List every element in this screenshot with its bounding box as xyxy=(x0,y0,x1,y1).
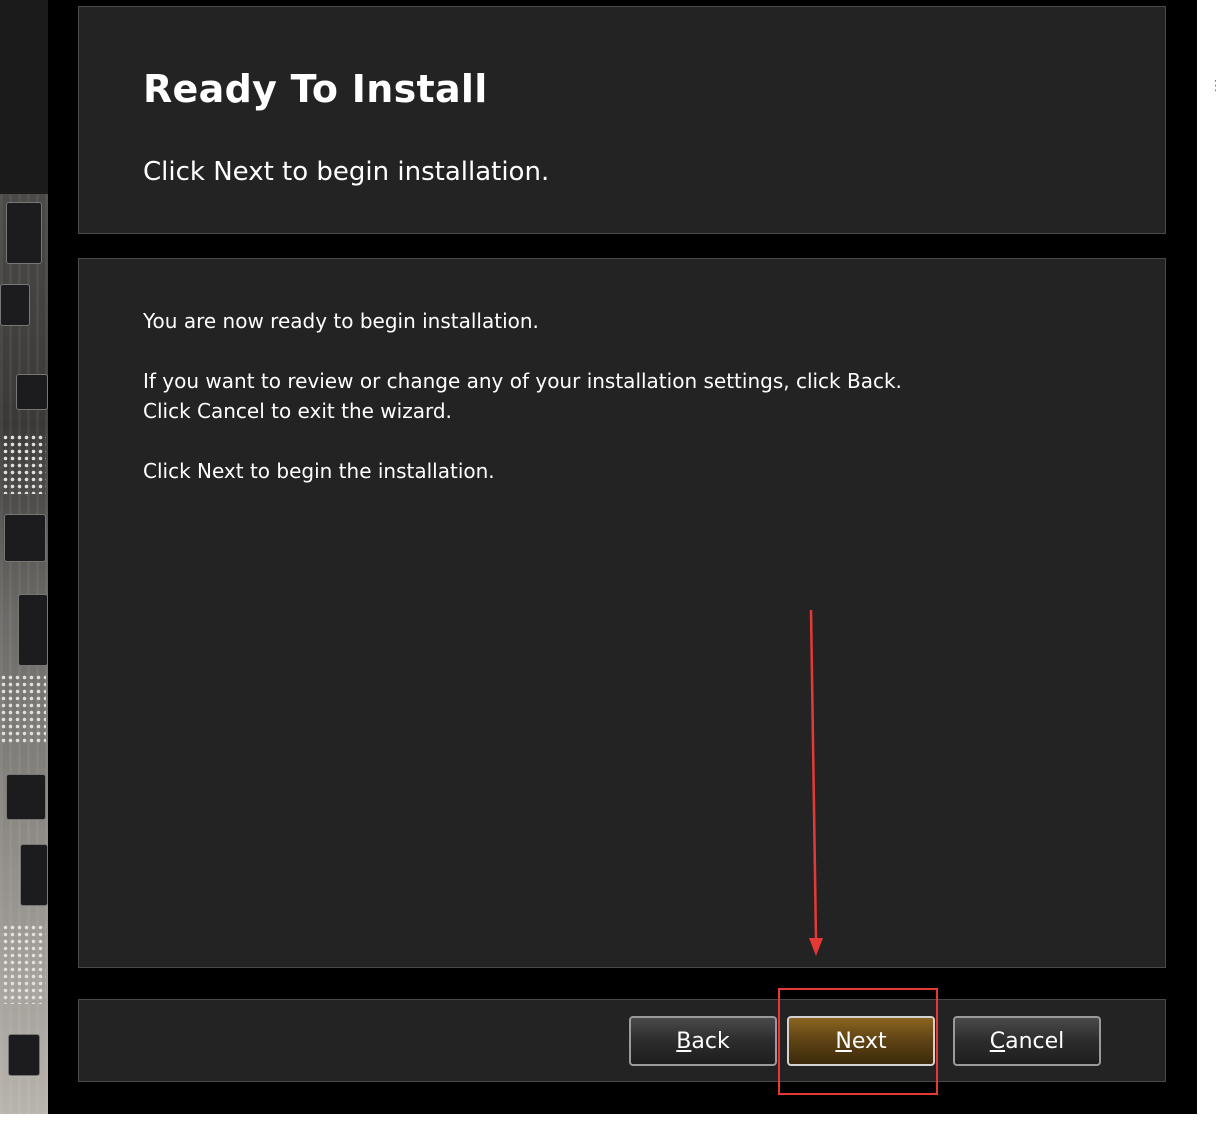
annotation-arrow-icon xyxy=(809,610,823,956)
body-line-cancel: Click Cancel to exit the wizard. xyxy=(143,399,452,423)
cancel-mnemonic: C xyxy=(989,1028,1006,1054)
header-panel: Ready To Install Click Next to begin ins… xyxy=(78,6,1166,234)
body-line-next: Click Next to begin the installation. xyxy=(143,459,495,483)
cancel-label: ancel xyxy=(1005,1028,1065,1054)
installer-window: Ready To Install Click Next to begin ins… xyxy=(48,0,1197,1114)
body-line-ready: You are now ready to begin installation. xyxy=(143,309,539,333)
right-background-strip xyxy=(1197,0,1216,1122)
left-dark-banner xyxy=(0,0,48,194)
annotation-highlight-box xyxy=(778,988,938,1095)
footer-panel: Back Next Cancel xyxy=(78,999,1166,1082)
page-subtitle: Click Next to begin installation. xyxy=(143,157,550,187)
back-button[interactable]: Back xyxy=(629,1016,777,1066)
menu-icon: ⋮ xyxy=(1209,78,1216,94)
body-line-review: If you want to review or change any of y… xyxy=(143,369,902,393)
cancel-button[interactable]: Cancel xyxy=(953,1016,1101,1066)
page-title: Ready To Install xyxy=(143,67,488,111)
circuit-board-image xyxy=(0,194,48,1114)
body-panel: You are now ready to begin installation.… xyxy=(78,258,1166,968)
back-mnemonic: B xyxy=(676,1028,692,1054)
back-label: ack xyxy=(691,1028,730,1054)
